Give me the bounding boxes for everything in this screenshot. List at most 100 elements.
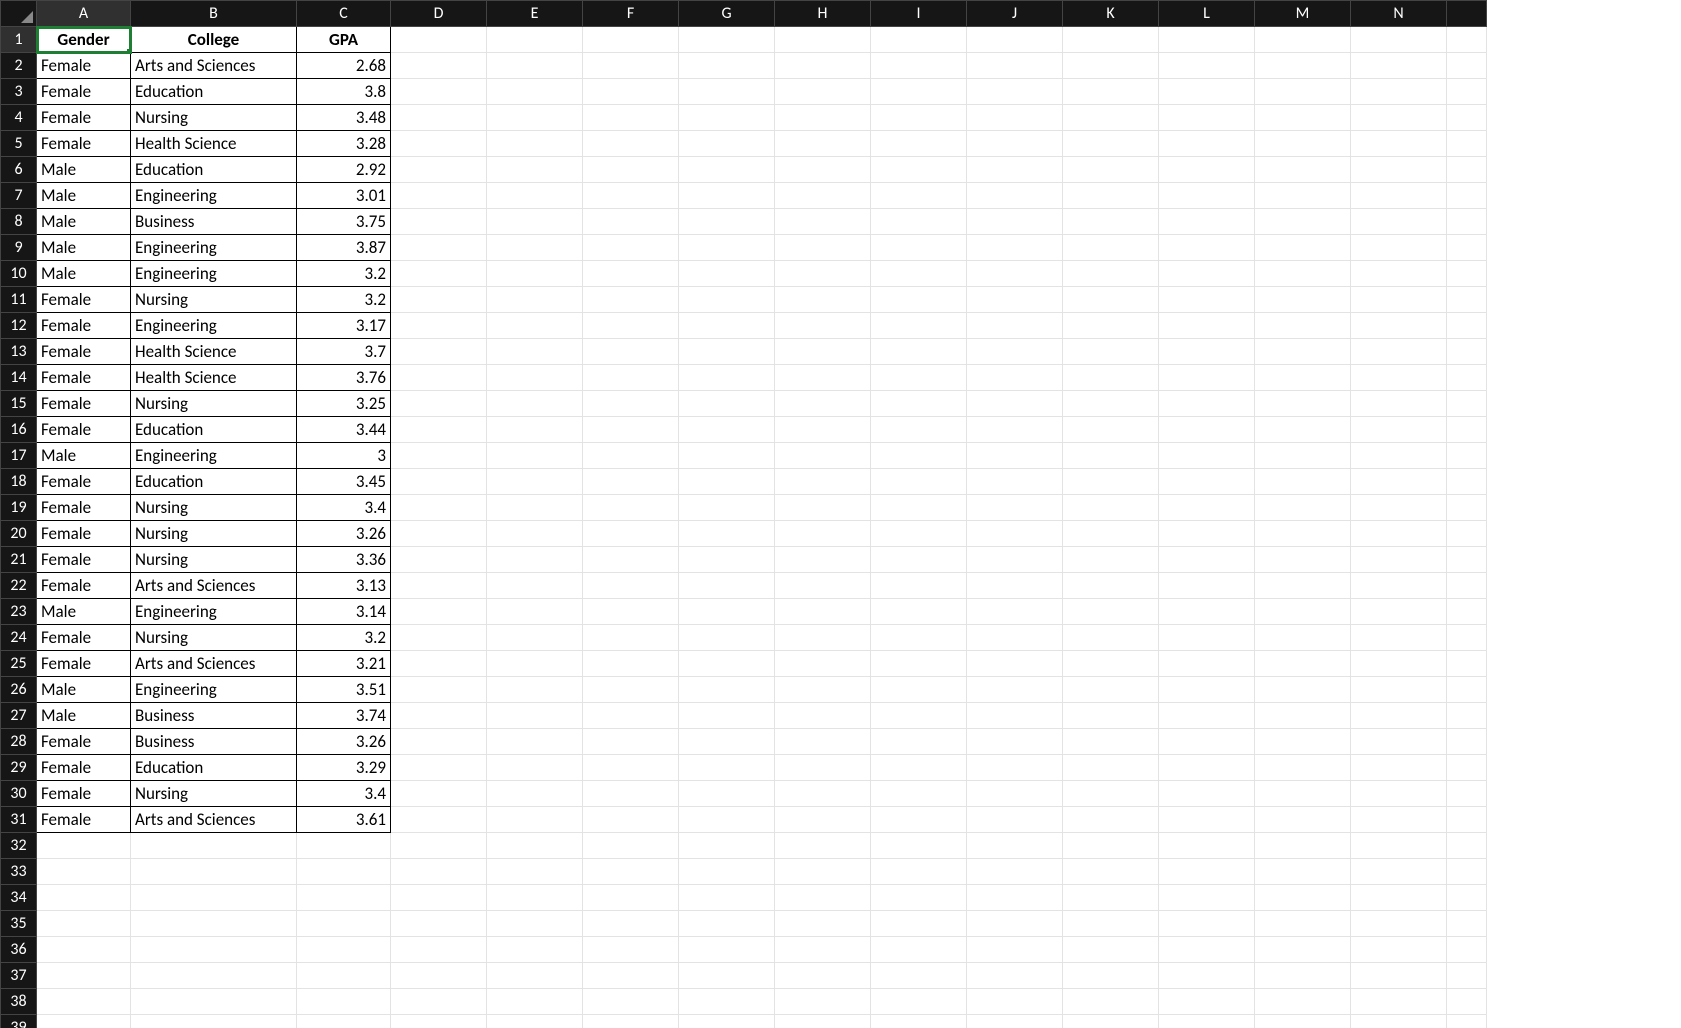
cell-E20[interactable] <box>487 521 583 547</box>
cell-C30[interactable]: 3.4 <box>297 781 391 807</box>
cell-D5[interactable] <box>391 131 487 157</box>
cell-M22[interactable] <box>1255 573 1351 599</box>
cell-G24[interactable] <box>679 625 775 651</box>
cell-extra-31[interactable] <box>1447 807 1487 833</box>
cell-E38[interactable] <box>487 989 583 1015</box>
column-header-E[interactable]: E <box>487 1 583 27</box>
cell-D39[interactable] <box>391 1015 487 1028</box>
cell-E14[interactable] <box>487 365 583 391</box>
cell-K15[interactable] <box>1063 391 1159 417</box>
row-header-22[interactable]: 22 <box>1 573 37 599</box>
cell-F34[interactable] <box>583 885 679 911</box>
cell-M8[interactable] <box>1255 209 1351 235</box>
row-header-23[interactable]: 23 <box>1 599 37 625</box>
cell-L19[interactable] <box>1159 495 1255 521</box>
cell-D12[interactable] <box>391 313 487 339</box>
cell-A20[interactable]: Female <box>37 521 131 547</box>
cell-F39[interactable] <box>583 1015 679 1028</box>
cell-D34[interactable] <box>391 885 487 911</box>
cell-B8[interactable]: Business <box>131 209 297 235</box>
cell-extra-29[interactable] <box>1447 755 1487 781</box>
cell-D33[interactable] <box>391 859 487 885</box>
cell-C12[interactable]: 3.17 <box>297 313 391 339</box>
cell-E24[interactable] <box>487 625 583 651</box>
cell-D18[interactable] <box>391 469 487 495</box>
cell-M37[interactable] <box>1255 963 1351 989</box>
cell-K33[interactable] <box>1063 859 1159 885</box>
cell-extra-39[interactable] <box>1447 1015 1487 1028</box>
cell-L5[interactable] <box>1159 131 1255 157</box>
cell-J26[interactable] <box>967 677 1063 703</box>
cell-N24[interactable] <box>1351 625 1447 651</box>
cell-K38[interactable] <box>1063 989 1159 1015</box>
cell-H29[interactable] <box>775 755 871 781</box>
cell-I5[interactable] <box>871 131 967 157</box>
cell-F4[interactable] <box>583 105 679 131</box>
cell-B30[interactable]: Nursing <box>131 781 297 807</box>
row-header-4[interactable]: 4 <box>1 105 37 131</box>
cell-B24[interactable]: Nursing <box>131 625 297 651</box>
cell-extra-13[interactable] <box>1447 339 1487 365</box>
cell-F27[interactable] <box>583 703 679 729</box>
cell-K28[interactable] <box>1063 729 1159 755</box>
cell-J5[interactable] <box>967 131 1063 157</box>
cell-H12[interactable] <box>775 313 871 339</box>
cell-I4[interactable] <box>871 105 967 131</box>
cell-K7[interactable] <box>1063 183 1159 209</box>
cell-E33[interactable] <box>487 859 583 885</box>
cell-A35[interactable] <box>37 911 131 937</box>
cell-extra-38[interactable] <box>1447 989 1487 1015</box>
cell-C32[interactable] <box>297 833 391 859</box>
cell-D3[interactable] <box>391 79 487 105</box>
column-header-H[interactable]: H <box>775 1 871 27</box>
cell-E12[interactable] <box>487 313 583 339</box>
cell-C31[interactable]: 3.61 <box>297 807 391 833</box>
cell-C8[interactable]: 3.75 <box>297 209 391 235</box>
cell-I39[interactable] <box>871 1015 967 1028</box>
cell-H35[interactable] <box>775 911 871 937</box>
cell-D14[interactable] <box>391 365 487 391</box>
cell-B39[interactable] <box>131 1015 297 1028</box>
cell-G12[interactable] <box>679 313 775 339</box>
cell-K19[interactable] <box>1063 495 1159 521</box>
cell-N17[interactable] <box>1351 443 1447 469</box>
cell-extra-9[interactable] <box>1447 235 1487 261</box>
cell-B4[interactable]: Nursing <box>131 105 297 131</box>
cell-K14[interactable] <box>1063 365 1159 391</box>
column-header-N[interactable]: N <box>1351 1 1447 27</box>
cell-extra-4[interactable] <box>1447 105 1487 131</box>
cell-F13[interactable] <box>583 339 679 365</box>
spreadsheet-grid[interactable]: ABCDEFGHIJKLMN1GenderCollegeGPA2FemaleAr… <box>0 0 1487 1028</box>
cell-A31[interactable]: Female <box>37 807 131 833</box>
cell-E35[interactable] <box>487 911 583 937</box>
cell-A14[interactable]: Female <box>37 365 131 391</box>
cell-A2[interactable]: Female <box>37 53 131 79</box>
cell-F14[interactable] <box>583 365 679 391</box>
cell-F5[interactable] <box>583 131 679 157</box>
cell-A37[interactable] <box>37 963 131 989</box>
cell-B22[interactable]: Arts and Sciences <box>131 573 297 599</box>
row-header-21[interactable]: 21 <box>1 547 37 573</box>
cell-B20[interactable]: Nursing <box>131 521 297 547</box>
cell-A30[interactable]: Female <box>37 781 131 807</box>
cell-G20[interactable] <box>679 521 775 547</box>
cell-B25[interactable]: Arts and Sciences <box>131 651 297 677</box>
cell-extra-27[interactable] <box>1447 703 1487 729</box>
cell-A25[interactable]: Female <box>37 651 131 677</box>
cell-D20[interactable] <box>391 521 487 547</box>
cell-C13[interactable]: 3.7 <box>297 339 391 365</box>
cell-D25[interactable] <box>391 651 487 677</box>
cell-N34[interactable] <box>1351 885 1447 911</box>
cell-B7[interactable]: Engineering <box>131 183 297 209</box>
cell-F1[interactable] <box>583 27 679 53</box>
cell-extra-6[interactable] <box>1447 157 1487 183</box>
cell-L26[interactable] <box>1159 677 1255 703</box>
cell-N16[interactable] <box>1351 417 1447 443</box>
cell-D37[interactable] <box>391 963 487 989</box>
cell-D6[interactable] <box>391 157 487 183</box>
cell-E7[interactable] <box>487 183 583 209</box>
cell-B37[interactable] <box>131 963 297 989</box>
cell-C23[interactable]: 3.14 <box>297 599 391 625</box>
cell-I26[interactable] <box>871 677 967 703</box>
cell-L2[interactable] <box>1159 53 1255 79</box>
